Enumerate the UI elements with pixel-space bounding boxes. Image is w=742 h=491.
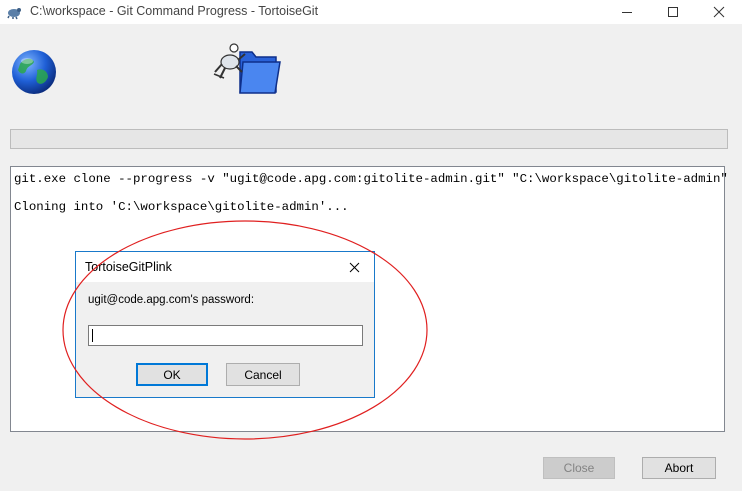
minimize-icon [622,12,632,13]
maximize-button[interactable] [650,0,696,24]
abort-button[interactable]: Abort [642,457,716,479]
cancel-button[interactable]: Cancel [226,363,300,386]
password-input[interactable] [88,325,363,346]
title-bar: C:\workspace - Git Command Progress - To… [0,0,742,24]
password-dialog: TortoiseGitPlink ugit@code.apg.com's pas… [75,251,375,398]
tortoisegit-app-icon [7,8,21,20]
dialog-title-bar: TortoiseGitPlink [76,252,374,282]
window-title: C:\workspace - Git Command Progress - To… [30,4,319,18]
ok-button[interactable]: OK [136,363,208,386]
maximize-icon [668,7,678,17]
dialog-close-button[interactable] [344,258,364,276]
close-button[interactable]: Close [543,457,615,479]
tortoise-folder-animation-icon [213,43,281,94]
dialog-title: TortoiseGitPlink [85,260,172,274]
minimize-button[interactable] [604,0,650,24]
password-prompt-label: ugit@code.apg.com's password: [88,294,255,306]
progress-bar [10,129,728,149]
text-caret [92,329,93,342]
log-line: Cloning into 'C:\workspace\gitolite-admi… [14,200,349,214]
log-line: git.exe clone --progress -v "ugit@code.a… [14,172,728,186]
window-close-button[interactable] [696,0,742,24]
close-icon [349,262,359,272]
globe-icon [12,50,56,94]
close-icon [713,6,725,18]
